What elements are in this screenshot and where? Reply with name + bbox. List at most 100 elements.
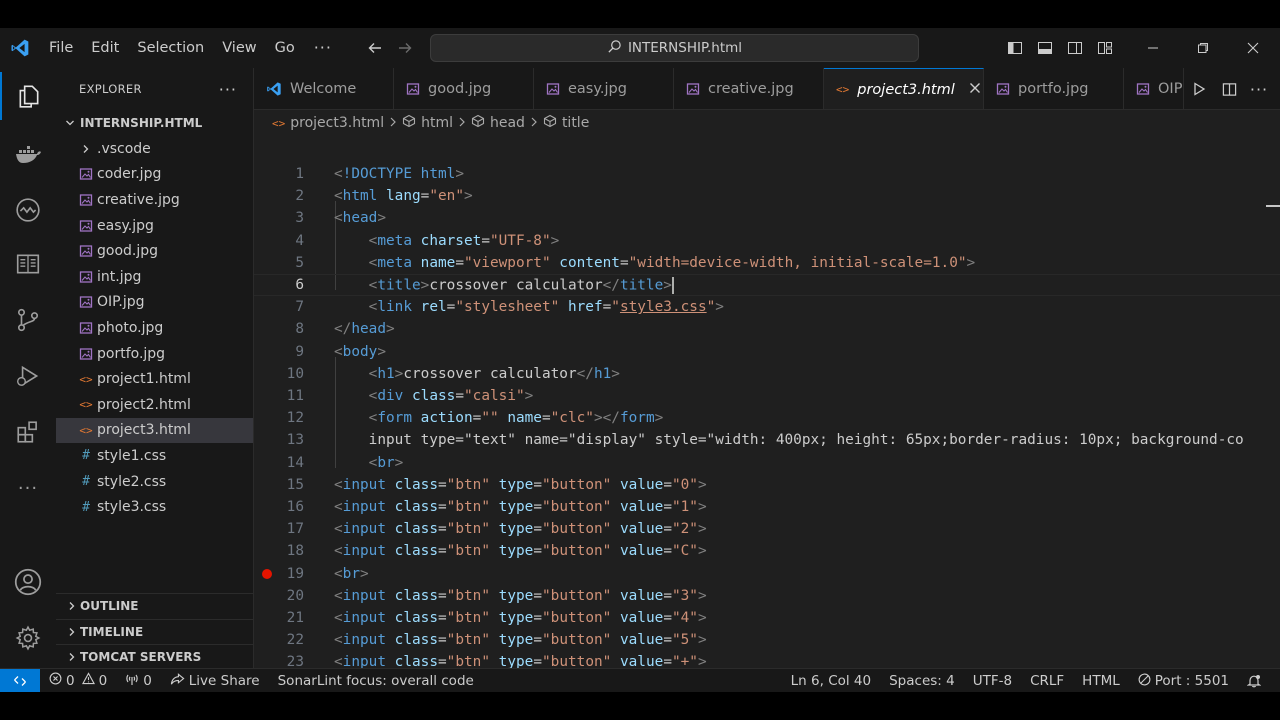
indentation[interactable]: Spaces: 4 — [880, 673, 964, 689]
tab-good[interactable]: good.jpg — [394, 68, 534, 109]
file-tree-item[interactable]: coder.jpg — [56, 162, 253, 188]
code-line[interactable]: 19 <br> — [254, 563, 1280, 585]
breadcrumb-item[interactable]: head — [471, 114, 525, 132]
more-actions-icon[interactable]: ··· — [1244, 68, 1274, 109]
file-tree-item[interactable]: # style1.css — [56, 443, 253, 469]
menu-go[interactable]: Go — [266, 28, 304, 68]
breadcrumb-item[interactable]: title — [543, 114, 589, 132]
code-line[interactable]: 8 </head> — [254, 318, 1280, 340]
close-tab-icon[interactable] — [969, 82, 981, 98]
breadcrumb-item[interactable]: <> project3.html — [272, 115, 384, 131]
restore-icon[interactable] — [1178, 28, 1228, 68]
extensions-icon[interactable] — [0, 408, 56, 456]
ports-indicator[interactable]: 0 — [116, 672, 161, 690]
file-tree-item[interactable]: # style2.css — [56, 469, 253, 495]
code-line[interactable]: 4 <meta charset="UTF-8"> — [254, 230, 1280, 252]
code-line[interactable]: 17 <input class="btn" type="button" value… — [254, 518, 1280, 540]
encoding[interactable]: UTF-8 — [964, 673, 1021, 689]
code-line[interactable]: 3 <head> — [254, 207, 1280, 229]
code-line[interactable]: 11 <div class="calsi"> — [254, 385, 1280, 407]
code-line[interactable]: 21 <input class="btn" type="button" value… — [254, 607, 1280, 629]
code-line[interactable]: 23 <input class="btn" type="button" value… — [254, 651, 1280, 668]
toggle-primary-sidebar-icon[interactable] — [1000, 28, 1030, 68]
settings-gear-icon[interactable] — [0, 614, 56, 662]
menu-file[interactable]: File — [40, 28, 82, 68]
back-arrow-icon[interactable] — [360, 28, 390, 68]
explorer-icon[interactable] — [0, 72, 56, 120]
tab-easy[interactable]: easy.jpg — [534, 68, 674, 109]
account-icon[interactable] — [0, 558, 56, 606]
code-line[interactable]: 5 <meta name="viewport" content="width=d… — [254, 252, 1280, 274]
code-line[interactable]: 6 <title>crossover calculator</title> — [254, 274, 1280, 297]
tab-portfo[interactable]: portfo.jpg — [984, 68, 1124, 109]
code-line[interactable]: 15 <input class="btn" type="button" value… — [254, 474, 1280, 496]
forward-arrow-icon[interactable] — [390, 28, 420, 68]
book-icon[interactable] — [0, 240, 56, 288]
code-line[interactable]: 18 <input class="btn" type="button" value… — [254, 540, 1280, 562]
file-tree-item[interactable]: good.jpg — [56, 238, 253, 264]
sidebar-section-outline[interactable]: OUTLINE — [56, 593, 254, 619]
code-line[interactable]: 10 <h1>crossover calculator</h1> — [254, 363, 1280, 385]
remote-explorer-icon[interactable] — [0, 186, 56, 234]
problems-indicator[interactable]: 0 0 — [40, 672, 116, 689]
close-window-icon[interactable] — [1228, 28, 1278, 68]
file-tree-item[interactable]: <> project2.html — [56, 392, 253, 418]
explorer-more-icon[interactable]: ··· — [219, 80, 237, 99]
file-tree-item[interactable]: easy.jpg — [56, 213, 253, 239]
code-line[interactable]: 20 <input class="btn" type="button" value… — [254, 585, 1280, 607]
sidebar-section-tomcat[interactable]: TOMCAT SERVERS — [56, 644, 254, 670]
code-line[interactable]: 12 <form action="" name="clc"></form> — [254, 407, 1280, 429]
command-center-search[interactable]: INTERNSHIP.html — [430, 34, 919, 62]
file-tree-item[interactable]: <> project3.html — [56, 417, 253, 444]
menu-more-icon[interactable]: ··· — [304, 28, 342, 68]
sidebar-section-timeline[interactable]: TIMELINE — [56, 618, 254, 645]
notifications-bell-icon[interactable] — [1238, 674, 1270, 688]
remote-indicator-icon[interactable] — [0, 668, 40, 692]
code-line[interactable]: 2 <html lang="en"> — [254, 185, 1280, 207]
more-icon[interactable]: ··· — [0, 464, 56, 512]
tab-project3[interactable]: <> project3.html — [824, 68, 984, 109]
live-share-button[interactable]: Live Share — [161, 672, 269, 690]
file-tree-item[interactable]: portfo.jpg — [56, 341, 253, 367]
tab-welcome[interactable]: Welcome — [254, 68, 394, 109]
minimize-icon[interactable] — [1128, 28, 1178, 68]
tab-creative[interactable]: creative.jpg — [674, 68, 824, 109]
language-mode[interactable]: HTML — [1073, 673, 1129, 689]
toggle-secondary-sidebar-icon[interactable] — [1060, 28, 1090, 68]
file-tree-item[interactable]: creative.jpg — [56, 187, 253, 213]
split-editor-icon[interactable] — [1214, 68, 1244, 109]
breakpoint-icon[interactable] — [262, 568, 272, 579]
file-tree-item[interactable]: <> project1.html — [56, 366, 253, 392]
code-line[interactable]: 14 <br> — [254, 452, 1280, 474]
breadcrumb-item[interactable]: html — [402, 114, 453, 132]
code-line[interactable]: 22 <input class="btn" type="button" value… — [254, 629, 1280, 651]
file-tree-item[interactable]: photo.jpg — [56, 315, 253, 341]
menu-edit[interactable]: Edit — [82, 28, 128, 68]
end-of-line[interactable]: CRLF — [1021, 673, 1073, 689]
sonarlint-focus[interactable]: SonarLint focus: overall code — [269, 673, 483, 689]
file-tree-item[interactable]: # style3.css — [56, 494, 253, 520]
customize-layout-icon[interactable] — [1090, 28, 1120, 68]
run-icon[interactable] — [1184, 68, 1214, 109]
docker-icon[interactable] — [0, 130, 56, 178]
run-debug-icon[interactable] — [0, 352, 56, 400]
code-editor[interactable]: 1 <!DOCTYPE html> 2 <html lang="en"> 3 <head>… — [254, 135, 1280, 668]
menu-view[interactable]: View — [213, 28, 265, 68]
cursor-position[interactable]: Ln 6, Col 40 — [782, 673, 880, 689]
file-tree-item[interactable]: OIP.jpg — [56, 290, 253, 316]
code-line[interactable]: 7 <link rel="stylesheet" href="style3.cs… — [254, 296, 1280, 318]
code-line[interactable]: 9 <body> — [254, 341, 1280, 363]
workspace-root[interactable]: INTERNSHIP.HTML — [56, 110, 253, 136]
code-line[interactable]: 13 input type="text" name="display" styl… — [254, 429, 1280, 451]
toggle-panel-icon[interactable] — [1030, 28, 1060, 68]
file-tree-item[interactable]: int.jpg — [56, 264, 253, 290]
code-line[interactable]: 16 <input class="btn" type="button" value… — [254, 496, 1280, 518]
menu-selection[interactable]: Selection — [128, 28, 213, 68]
line-number: 22 — [286, 632, 304, 649]
chevron-right-icon — [389, 116, 397, 130]
source-control-icon[interactable] — [0, 296, 56, 344]
live-server-port[interactable]: Port : 5501 — [1129, 673, 1238, 690]
file-tree-item[interactable]: .vscode — [56, 136, 253, 162]
tab-oip[interactable]: OIP — [1124, 68, 1184, 109]
code-line[interactable]: 1 <!DOCTYPE html> — [254, 163, 1280, 185]
